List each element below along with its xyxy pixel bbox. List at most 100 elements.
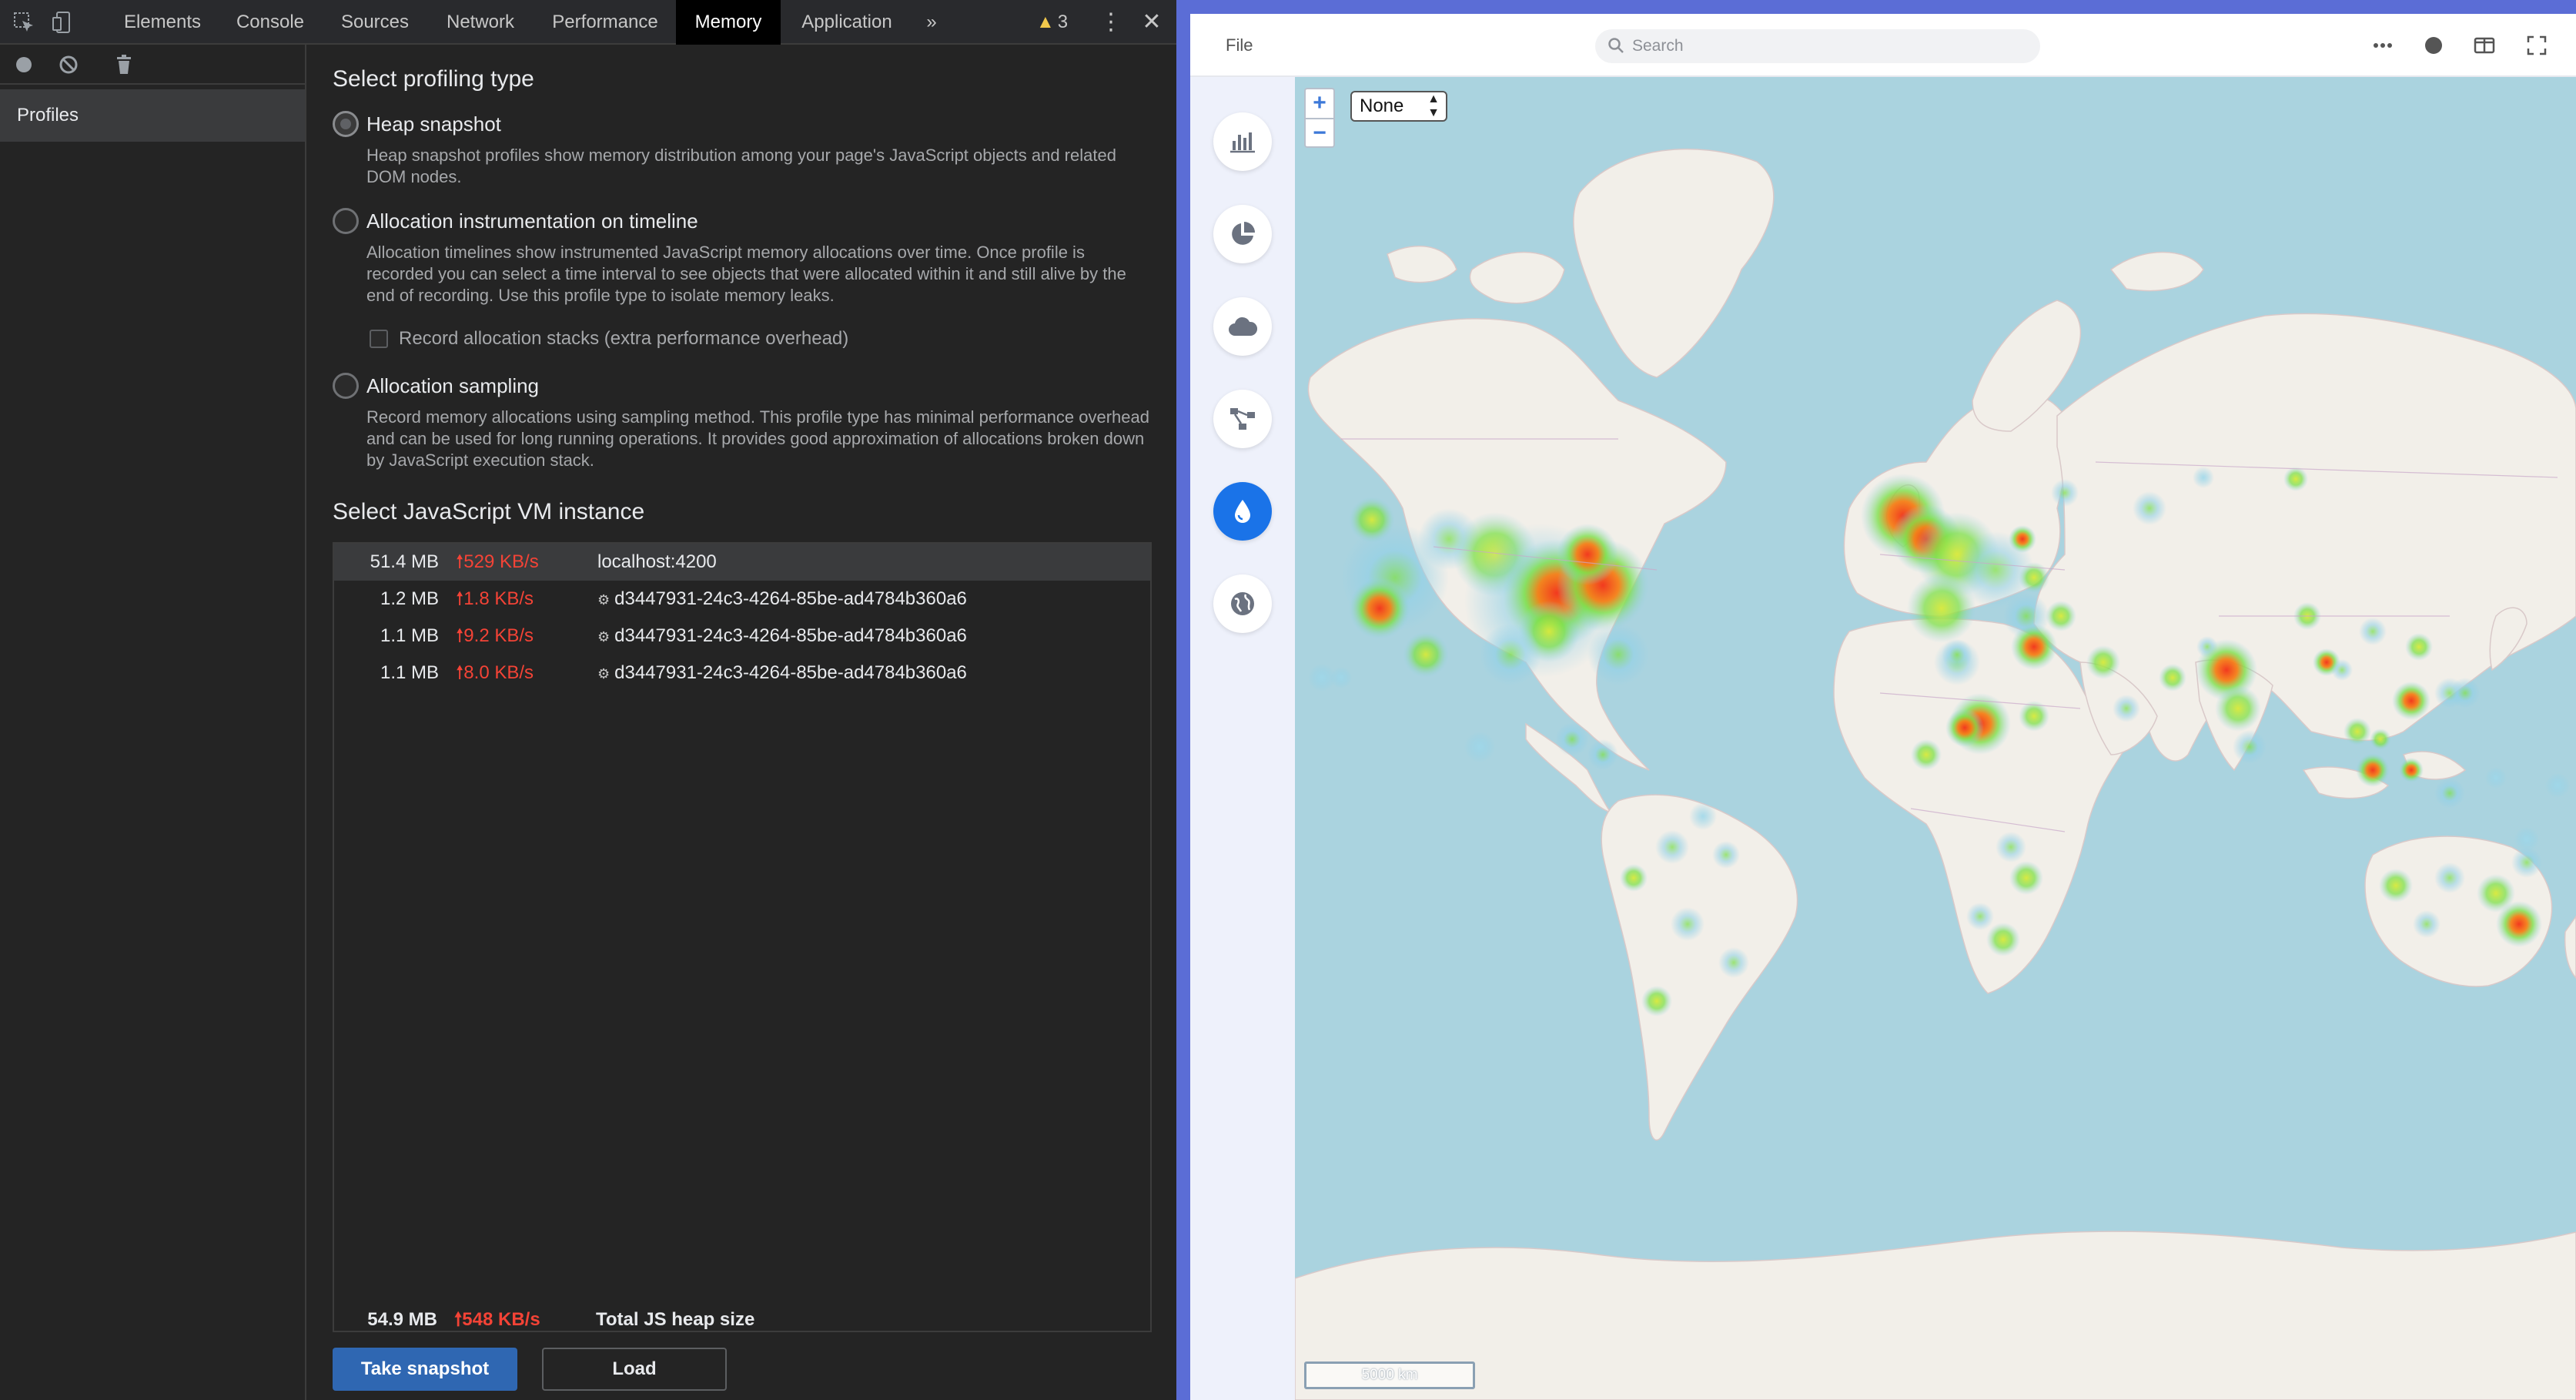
tab-memory[interactable]: Memory bbox=[676, 0, 781, 45]
select-arrows-icon: ▲ ▼ bbox=[1427, 92, 1440, 119]
vm-row[interactable]: 1.1 MB 🠕8.0 KB/s ⚙ d3447931-24c3-4264-85b… bbox=[334, 655, 1150, 692]
vm-name-cell: ⚙ d3447931-24c3-4264-85be-ad4784b360a6 bbox=[597, 581, 967, 618]
more-tabs-icon[interactable]: » bbox=[916, 0, 947, 45]
vm-alloc-rate-value: 8.0 KB/s bbox=[463, 662, 534, 683]
vm-heap-size: 1.2 MB bbox=[380, 588, 439, 609]
allocation-sampling-title[interactable]: Allocation sampling bbox=[366, 374, 539, 398]
memory-panel: Select profiling type Heap snapshot Heap… bbox=[308, 45, 1176, 1400]
vm-alloc-rate: 🠕8.0 KB/s bbox=[456, 655, 534, 692]
search-box[interactable] bbox=[1595, 29, 2040, 63]
vm-heap-size: 1.1 MB bbox=[380, 662, 439, 683]
profiling-type-heading: Select profiling type bbox=[333, 66, 534, 92]
vm-heap-size: 51.4 MB bbox=[370, 551, 439, 572]
pie-chart-icon[interactable] bbox=[1213, 205, 1272, 263]
heatmap-map[interactable]: + − None ▲ ▼ 5000 km bbox=[1295, 77, 2576, 1400]
heap-snapshot-title[interactable]: Heap snapshot bbox=[366, 112, 501, 136]
up-arrow-icon: 🠕 bbox=[454, 1309, 463, 1330]
tab-console[interactable]: Console bbox=[220, 0, 320, 45]
split-view-icon[interactable] bbox=[2471, 32, 2497, 59]
allocation-timeline-description: Allocation timelines show instrumented J… bbox=[366, 243, 1126, 305]
bar-chart-icon[interactable] bbox=[1213, 112, 1272, 171]
vm-alloc-rate: 🠕529 KB/s bbox=[456, 544, 539, 581]
allocation-sampling-radio[interactable] bbox=[333, 373, 359, 399]
zoom-out-button[interactable]: − bbox=[1306, 119, 1333, 147]
profiles-sidebar: Profiles bbox=[0, 45, 306, 1400]
warnings-badge[interactable]: ▲ 3 bbox=[1036, 0, 1068, 45]
vm-name: d3447931-24c3-4264-85be-ad4784b360a6 bbox=[614, 588, 967, 609]
record-stacks-label[interactable]: Record allocation stacks (extra performa… bbox=[399, 328, 848, 350]
vm-row[interactable]: 1.1 MB 🠕9.2 KB/s ⚙ d3447931-24c3-4264-85b… bbox=[334, 618, 1150, 655]
world-map-canvas bbox=[1295, 148, 2576, 1400]
device-toolbar-icon[interactable] bbox=[49, 9, 75, 35]
vm-alloc-rate-value: 529 KB/s bbox=[463, 551, 539, 572]
warning-count: 3 bbox=[1057, 12, 1069, 32]
total-heap-summary: 54.9 MB 🠕548 KB/s Total JS heap size bbox=[333, 1301, 1152, 1338]
warning-icon: ▲ bbox=[1036, 12, 1055, 32]
record-icon[interactable] bbox=[11, 52, 37, 78]
vm-name-cell: ⚙ d3447931-24c3-4264-85be-ad4784b360a6 bbox=[597, 655, 967, 692]
total-heap-size: 54.9 MB bbox=[367, 1309, 437, 1330]
up-arrow-icon: 🠕 bbox=[456, 551, 464, 572]
close-devtools-icon[interactable]: ✕ bbox=[1138, 0, 1166, 45]
total-alloc-rate-value: 548 KB/s bbox=[462, 1309, 540, 1330]
tab-application[interactable]: Application bbox=[788, 0, 905, 45]
vm-row[interactable]: 51.4 MB 🠕529 KB/s localhost:4200 bbox=[334, 544, 1150, 581]
fullscreen-icon[interactable] bbox=[2524, 32, 2550, 59]
allocation-timeline-title[interactable]: Allocation instrumentation on timeline bbox=[366, 209, 698, 233]
trash-icon[interactable] bbox=[111, 52, 137, 78]
vm-name-cell: ⚙ d3447931-24c3-4264-85be-ad4784b360a6 bbox=[597, 618, 967, 655]
tab-performance[interactable]: Performance bbox=[542, 0, 668, 45]
search-input[interactable] bbox=[1632, 29, 2025, 63]
inspect-element-icon[interactable] bbox=[11, 9, 37, 35]
tab-sources[interactable]: Sources bbox=[326, 0, 423, 45]
devtools-toolbar: Elements Console Sources Network Perform… bbox=[0, 0, 1176, 45]
vm-alloc-rate: 🠕9.2 KB/s bbox=[456, 618, 534, 655]
globe-icon[interactable] bbox=[1213, 574, 1272, 633]
kebab-menu-icon[interactable]: ⋮ bbox=[1099, 0, 1122, 45]
gear-icon: ⚙ bbox=[597, 592, 611, 608]
gear-icon: ⚙ bbox=[597, 629, 611, 645]
vm-alloc-rate-value: 9.2 KB/s bbox=[463, 625, 534, 646]
vm-name: localhost:4200 bbox=[597, 551, 717, 572]
vm-instance-list: 51.4 MB 🠕529 KB/s localhost:4200 1.2 MB … bbox=[333, 542, 1152, 1332]
scale-bar: 5000 km bbox=[1304, 1361, 1475, 1389]
total-alloc-rate: 🠕548 KB/s bbox=[454, 1301, 540, 1338]
vm-alloc-rate: 🠕1.8 KB/s bbox=[456, 581, 534, 618]
take-snapshot-button[interactable]: Take snapshot bbox=[333, 1348, 517, 1391]
tab-network[interactable]: Network bbox=[434, 0, 527, 45]
up-arrow-icon: 🠕 bbox=[456, 588, 464, 609]
allocation-sampling-description: Record memory allocations using sampling… bbox=[366, 407, 1149, 470]
map-app: File Search + − None ▲ ▼ 5000 km bbox=[1190, 14, 2576, 1400]
network-icon[interactable] bbox=[1213, 390, 1272, 448]
file-menu[interactable]: File bbox=[1226, 14, 1253, 77]
tab-elements[interactable]: Elements bbox=[109, 0, 216, 45]
load-button[interactable]: Load bbox=[542, 1348, 727, 1391]
screen: Elements Console Sources Network Perform… bbox=[0, 0, 2576, 1400]
zoom-in-button[interactable]: + bbox=[1306, 89, 1333, 117]
tool-rail bbox=[1190, 77, 1295, 1400]
profiles-toolbar bbox=[0, 45, 306, 85]
search-icon bbox=[1608, 38, 1624, 53]
devtools-panel: Elements Console Sources Network Perform… bbox=[0, 0, 1176, 1400]
vm-name: d3447931-24c3-4264-85be-ad4784b360a6 bbox=[614, 662, 967, 683]
more-icon[interactable] bbox=[2370, 32, 2396, 59]
map-app-window: File Search + − None ▲ ▼ 5000 km bbox=[1176, 0, 2576, 1400]
clear-icon[interactable] bbox=[55, 52, 82, 78]
sidebar-item-profiles[interactable]: Profiles bbox=[0, 89, 305, 142]
layer-select[interactable]: None ▲ ▼ bbox=[1350, 91, 1447, 122]
heap-snapshot-radio[interactable] bbox=[333, 111, 359, 137]
zoom-control: + − bbox=[1304, 88, 1335, 148]
app-header: File bbox=[1190, 14, 2576, 77]
vm-heap-size: 1.1 MB bbox=[380, 625, 439, 646]
gear-icon: ⚙ bbox=[597, 666, 611, 682]
cloud-icon[interactable] bbox=[1213, 297, 1272, 356]
vm-instance-heading: Select JavaScript VM instance bbox=[333, 499, 645, 524]
vm-row[interactable]: 1.2 MB 🠕1.8 KB/s ⚙ d3447931-24c3-4264-85b… bbox=[334, 581, 1150, 618]
layer-select-value: None bbox=[1360, 95, 1404, 116]
drop-icon[interactable] bbox=[1213, 482, 1272, 541]
circle-icon[interactable] bbox=[2420, 32, 2447, 59]
allocation-timeline-radio[interactable] bbox=[333, 208, 359, 234]
record-stacks-checkbox[interactable] bbox=[370, 330, 388, 348]
vm-name: d3447931-24c3-4264-85be-ad4784b360a6 bbox=[614, 625, 967, 646]
up-arrow-icon: 🠕 bbox=[456, 662, 464, 683]
